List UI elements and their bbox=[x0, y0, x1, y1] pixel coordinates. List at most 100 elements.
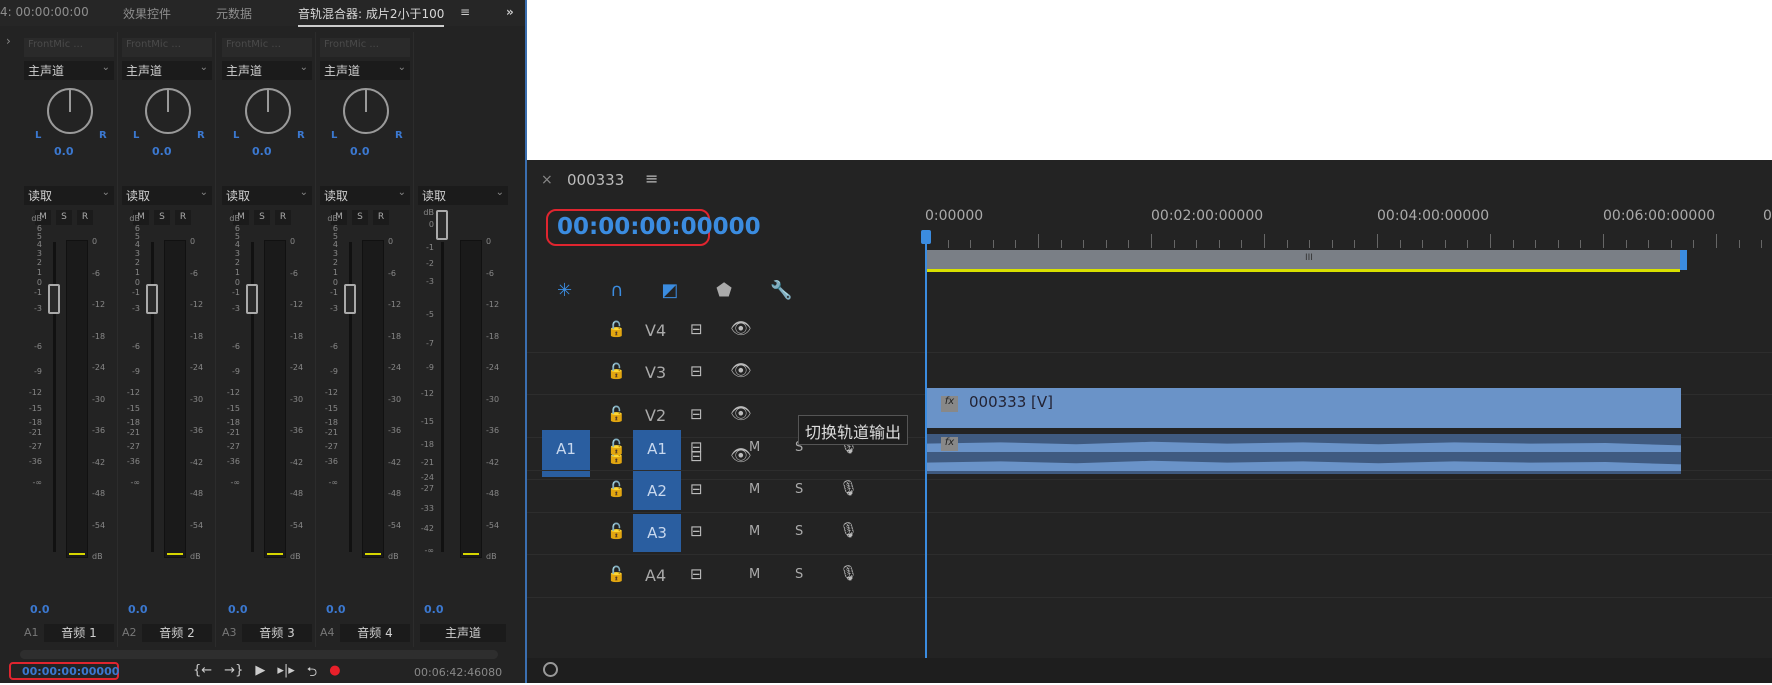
pan-value[interactable]: 0.0 bbox=[152, 145, 172, 158]
automation-mode-dropdown[interactable]: 读取 ⌄ bbox=[222, 186, 312, 205]
nest-icon[interactable]: ✳ bbox=[557, 280, 572, 301]
record-icon[interactable]: ● bbox=[329, 663, 340, 685]
volume-value[interactable]: 0.0 bbox=[228, 603, 248, 616]
lock-icon[interactable]: 🔓 bbox=[607, 362, 626, 380]
go-to-out-icon[interactable]: →} bbox=[224, 663, 243, 685]
volume-fader[interactable] bbox=[146, 284, 158, 314]
output-dropdown[interactable]: 主声道 ⌄ bbox=[320, 61, 410, 80]
input-dropdown[interactable]: FrontMic ... bbox=[24, 38, 114, 57]
record-button[interactable]: R bbox=[275, 210, 291, 225]
microphone-icon[interactable]: 🎙 bbox=[839, 564, 858, 582]
input-dropdown[interactable]: FrontMic ... bbox=[122, 38, 212, 57]
eye-icon[interactable]: 👁 bbox=[730, 404, 752, 424]
sync-lock-icon[interactable]: ⊟ bbox=[690, 320, 703, 338]
microphone-icon[interactable]: 🎙 bbox=[839, 521, 858, 539]
volume-value[interactable]: 0.0 bbox=[128, 603, 148, 616]
pan-value[interactable]: 0.0 bbox=[350, 145, 370, 158]
volume-value[interactable]: 0.0 bbox=[30, 603, 50, 616]
snap-magnet-icon[interactable]: ∩ bbox=[610, 280, 623, 301]
mute-button[interactable]: M bbox=[749, 440, 760, 455]
eye-icon[interactable]: 👁 bbox=[730, 319, 752, 339]
pan-knob[interactable] bbox=[145, 88, 191, 134]
track-target[interactable]: A3 bbox=[633, 514, 681, 552]
volume-fader[interactable] bbox=[48, 284, 60, 314]
lock-icon[interactable]: 🔓 bbox=[607, 438, 626, 456]
track-name[interactable]: 音频 1 bbox=[44, 624, 114, 642]
work-area-grip[interactable]: III bbox=[1305, 253, 1313, 263]
tab-effect-controls[interactable]: 效果控件 bbox=[123, 5, 171, 22]
lock-icon[interactable]: 🔓 bbox=[607, 480, 626, 498]
sync-lock-icon[interactable]: ⊟ bbox=[690, 522, 703, 540]
solo-button[interactable]: S bbox=[56, 210, 72, 225]
audio-clip[interactable]: fx bbox=[925, 434, 1681, 474]
play-in-to-out-icon[interactable]: ▸|▸ bbox=[277, 663, 294, 685]
play-icon[interactable]: ▶ bbox=[255, 663, 265, 685]
solo-button[interactable]: S bbox=[352, 210, 368, 225]
loop-icon[interactable]: ⮌ bbox=[307, 663, 317, 685]
mute-button[interactable]: M bbox=[749, 524, 760, 539]
track-target[interactable]: A1 bbox=[633, 430, 681, 468]
input-dropdown[interactable]: FrontMic ... bbox=[320, 38, 410, 57]
horizontal-scrollbar[interactable] bbox=[20, 650, 498, 659]
pan-value[interactable]: 0.0 bbox=[54, 145, 74, 158]
solo-button[interactable]: S bbox=[254, 210, 270, 225]
hamburger-icon[interactable]: ≡ bbox=[460, 5, 470, 19]
sync-lock-icon[interactable]: ⊟ bbox=[690, 565, 703, 583]
pan-knob[interactable] bbox=[47, 88, 93, 134]
record-button[interactable]: R bbox=[373, 210, 389, 225]
automation-mode-dropdown[interactable]: 读取 ⌄ bbox=[24, 186, 114, 205]
volume-fader[interactable] bbox=[246, 284, 258, 314]
output-dropdown[interactable]: 主声道 ⌄ bbox=[222, 61, 312, 80]
linked-selection-icon[interactable]: ◩ bbox=[661, 280, 678, 301]
mute-button[interactable]: M bbox=[749, 482, 760, 497]
volume-fader[interactable] bbox=[436, 210, 448, 240]
go-to-in-icon[interactable]: {← bbox=[193, 663, 212, 685]
sequence-tab[interactable]: 000333 bbox=[567, 171, 624, 189]
marker-icon[interactable]: ⬟ bbox=[716, 280, 732, 301]
pan-knob[interactable] bbox=[343, 88, 389, 134]
solo-button[interactable]: S bbox=[154, 210, 170, 225]
sync-lock-icon[interactable]: ⊟ bbox=[690, 405, 703, 423]
expand-chevron-icon[interactable]: › bbox=[6, 34, 11, 48]
tab-metadata[interactable]: 元数据 bbox=[216, 5, 252, 22]
wrench-icon[interactable]: 🔧 bbox=[770, 280, 792, 301]
volume-value[interactable]: 0.0 bbox=[326, 603, 346, 616]
pan-knob[interactable] bbox=[245, 88, 291, 134]
time-ruler[interactable]: 0:00000 00:02:00:00000 00:04:00:00000 00:06… bbox=[921, 200, 1772, 310]
track-target[interactable]: A2 bbox=[633, 472, 681, 510]
track-name[interactable]: 音频 3 bbox=[242, 624, 312, 642]
video-clip[interactable]: fx 000333 [V] bbox=[925, 388, 1681, 428]
output-dropdown[interactable]: 主声道 ⌄ bbox=[122, 61, 212, 80]
work-area-end-handle[interactable] bbox=[1680, 250, 1687, 270]
double-chevron-right-icon[interactable]: » bbox=[506, 5, 514, 19]
track-name[interactable]: 主声道 bbox=[420, 624, 506, 642]
output-dropdown[interactable]: 主声道 ⌄ bbox=[24, 61, 114, 80]
tab-audio-track-mixer[interactable]: 音轨混合器: 成片2小于100 bbox=[298, 5, 445, 27]
track-name[interactable]: 音频 4 bbox=[340, 624, 410, 642]
solo-button[interactable]: S bbox=[795, 567, 803, 582]
record-button[interactable]: R bbox=[77, 210, 93, 225]
sync-lock-icon[interactable]: ⊟ bbox=[690, 362, 703, 380]
mute-button[interactable]: M bbox=[749, 567, 760, 582]
automation-mode-dropdown[interactable]: 读取 ⌄ bbox=[122, 186, 212, 205]
sync-lock-icon[interactable]: ⊟ bbox=[690, 480, 703, 498]
record-button[interactable]: R bbox=[175, 210, 191, 225]
input-dropdown[interactable]: FrontMic ... bbox=[222, 38, 312, 57]
solo-button[interactable]: S bbox=[795, 524, 803, 539]
automation-mode-dropdown[interactable]: 读取 ⌄ bbox=[320, 186, 410, 205]
automation-mode-dropdown[interactable]: 读取 ⌄ bbox=[418, 186, 508, 205]
volume-value[interactable]: 0.0 bbox=[424, 603, 444, 616]
solo-button[interactable]: S bbox=[795, 482, 803, 497]
lock-icon[interactable]: 🔓 bbox=[607, 320, 626, 338]
eye-icon[interactable]: 👁 bbox=[730, 361, 752, 381]
pan-value[interactable]: 0.0 bbox=[252, 145, 272, 158]
timeline-scroll-bar[interactable] bbox=[527, 658, 1772, 683]
microphone-icon[interactable]: 🎙 bbox=[839, 479, 858, 497]
lock-icon[interactable]: 🔓 bbox=[607, 405, 626, 423]
lock-icon[interactable]: 🔓 bbox=[607, 565, 626, 583]
track-name[interactable]: 音频 2 bbox=[142, 624, 212, 642]
zoom-circle-icon[interactable] bbox=[543, 662, 558, 677]
sync-lock-icon[interactable]: ⊟ bbox=[690, 438, 703, 456]
source-patch[interactable]: A1 bbox=[542, 430, 590, 468]
close-icon[interactable]: × bbox=[541, 172, 553, 188]
